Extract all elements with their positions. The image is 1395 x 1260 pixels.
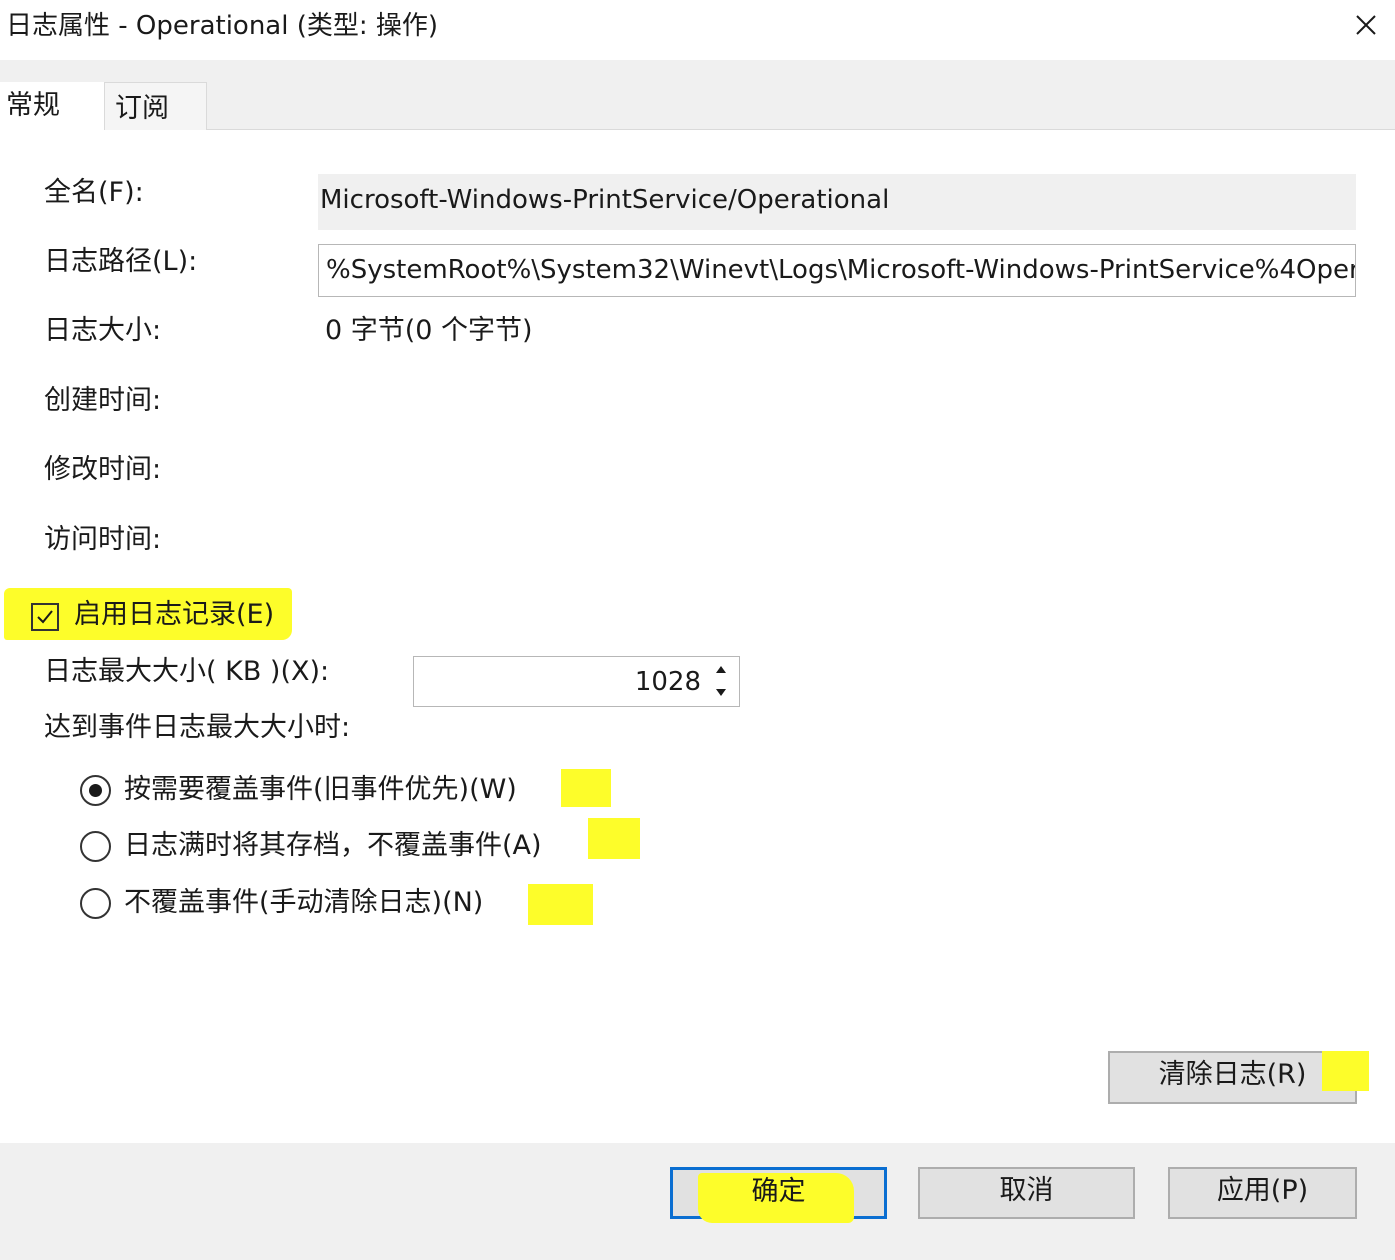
tab-strip: 常规 订阅 [0,60,1395,131]
apply-button[interactable]: 应用(P) [1168,1167,1357,1219]
modified-time-label: 修改时间: [44,454,162,485]
dialog-footer: 确定 取消 应用(P) [0,1143,1395,1260]
max-size-label: 日志最大大小( KB )(X): [44,656,330,687]
radio-label: 按需要覆盖事件(旧事件优先)(W) [124,774,517,805]
when-max-size-label: 达到事件日志最大大小时: [44,712,351,743]
spin-up-button[interactable] [705,659,737,681]
radio-selected-dot [89,784,102,797]
log-path-field[interactable]: %SystemRoot%\System32\Winevt\Logs\Micros… [318,244,1356,297]
close-icon [1356,15,1376,35]
radio-label: 不覆盖事件(手动清除日志)(N) [124,887,484,918]
enable-logging-checkbox[interactable]: 启用日志记录(E) [4,588,292,640]
clear-log-button-label: 清除日志(R) [1158,1059,1307,1090]
cancel-button-label: 取消 [999,1175,1054,1206]
log-size-label: 日志大小: [44,315,162,346]
close-button[interactable] [1347,6,1387,46]
max-size-value[interactable]: 1028 [635,663,701,701]
arrow-down-icon [716,689,726,696]
radio-button[interactable] [80,775,111,806]
highlight-mark [588,818,640,859]
apply-button-label: 应用(P) [1216,1175,1309,1206]
window-title: 日志属性 - Operational (类型: 操作) [6,11,439,41]
enable-logging-label: 启用日志记录(E) [74,599,275,630]
event-log-properties-dialog: 日志属性 - Operational (类型: 操作) 常规 订阅 全名(F):… [0,0,1395,1260]
spin-down-button[interactable] [705,682,737,704]
max-size-spinner[interactable]: 1028 [413,656,740,707]
enable-logging-checkbox-box[interactable] [31,603,59,631]
log-path-label: 日志路径(L): [44,246,198,277]
ok-button-label: 确定 [751,1176,806,1207]
highlight-mark [528,884,593,925]
full-name-field[interactable]: Microsoft-Windows-PrintService/Operation… [318,174,1356,230]
clear-log-button[interactable]: 清除日志(R) [1108,1051,1357,1104]
radio-button[interactable] [80,831,111,862]
full-name-label: 全名(F): [44,177,144,208]
cancel-button[interactable]: 取消 [918,1167,1135,1219]
highlight-mark [561,769,611,807]
created-time-label: 创建时间: [44,385,162,416]
title-bar: 日志属性 - Operational (类型: 操作) [0,0,1395,60]
arrow-up-icon [716,666,726,673]
radio-label: 日志满时将其存档，不覆盖事件(A) [124,830,542,861]
checkmark-icon [37,610,53,624]
general-tab-panel: 全名(F): Microsoft-Windows-PrintService/Op… [0,131,1395,1143]
tab-general[interactable]: 常规 [0,82,104,131]
log-size-value: 0 字节(0 个字节) [325,315,533,346]
tab-subscriptions[interactable]: 订阅 [104,82,207,130]
highlight-mark [1322,1051,1369,1091]
radio-button[interactable] [80,888,111,919]
accessed-time-label: 访问时间: [44,524,162,555]
